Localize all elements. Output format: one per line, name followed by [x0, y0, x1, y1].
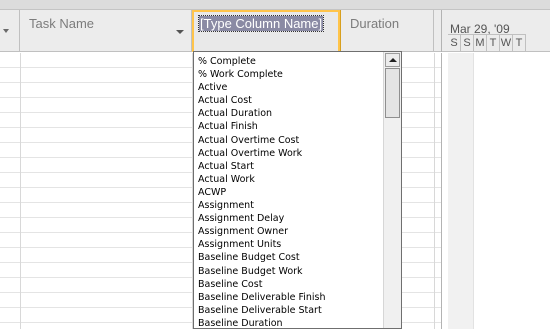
column-name-input-box[interactable]: [Type Column Name] — [194, 12, 338, 52]
field-list-item[interactable]: Assignment — [197, 199, 381, 212]
field-name-dropdown[interactable]: % Complete% Work Complete Active Actual Co… — [193, 51, 402, 329]
field-list-item[interactable]: Actual Start — [197, 160, 381, 173]
chevron-down-icon[interactable] — [176, 30, 184, 34]
field-list: % Complete% Work Complete Active Actual Co… — [197, 55, 381, 329]
timescale-day: T — [487, 35, 500, 51]
field-list-item[interactable]: Actual Finish — [197, 120, 381, 133]
field-list-item[interactable]: Baseline Deliverable Finish — [197, 291, 381, 304]
grid-divider — [20, 53, 21, 329]
field-list-item[interactable]: Assignment Units — [197, 238, 381, 251]
scroll-up-icon[interactable] — [385, 53, 400, 67]
field-list-item[interactable]: Baseline Duration — [197, 317, 381, 329]
field-list-item[interactable]: Assignment Delay — [197, 212, 381, 225]
dropdown-scrollbar[interactable] — [383, 52, 401, 328]
field-list-item[interactable]: Actual Cost — [197, 94, 381, 107]
timescale-day: S — [448, 35, 461, 51]
timescale-days: S S M T W T — [448, 34, 526, 51]
timescale-day: W — [500, 35, 513, 51]
field-list-item[interactable]: % Work Complete — [197, 68, 381, 81]
timescale-day: T — [513, 35, 526, 51]
field-list-item[interactable]: Actual Work — [197, 173, 381, 186]
column-header-row: Task Name [Type Column Name] Duration Ma… — [0, 10, 550, 52]
field-list-item[interactable]: Baseline Budget Cost — [197, 251, 381, 264]
field-list-item[interactable]: Actual Overtime Work — [197, 147, 381, 160]
field-list-item[interactable]: Baseline Budget Work — [197, 265, 381, 278]
task-name-label: Task Name — [29, 16, 95, 31]
field-list-item[interactable]: Baseline Cost — [197, 278, 381, 291]
timescale-day: S — [461, 35, 474, 51]
field-list-item[interactable]: ACWP — [197, 186, 381, 199]
grid-divider — [434, 53, 435, 329]
field-list-item[interactable]: Actual Overtime Cost — [197, 134, 381, 147]
weekend-shading — [448, 53, 474, 329]
new-column-header[interactable]: [Type Column Name] — [192, 10, 341, 52]
row-indicator-header[interactable] — [0, 10, 20, 52]
duration-label: Duration — [350, 16, 400, 31]
task-name-column-header[interactable]: Task Name — [20, 10, 192, 52]
timescale-day: M — [474, 35, 487, 51]
toolbar-strip — [0, 0, 550, 10]
gantt-timescale-header: Mar 29, '09 S S M T W T — [441, 10, 550, 52]
column-name-input[interactable]: [Type Column Name] — [197, 15, 325, 32]
field-list-item[interactable]: % Complete — [197, 55, 381, 68]
field-list-item[interactable]: Assignment Owner — [197, 225, 381, 238]
scroll-thumb[interactable] — [385, 68, 400, 118]
field-list-item[interactable]: Active — [197, 81, 381, 94]
sort-arrow-icon — [3, 29, 9, 33]
field-list-item[interactable]: Baseline Deliverable Start — [197, 304, 381, 317]
gantt-chart-area[interactable] — [441, 53, 550, 329]
field-list-item[interactable]: Actual Duration — [197, 107, 381, 120]
duration-column-header[interactable]: Duration — [341, 10, 434, 52]
